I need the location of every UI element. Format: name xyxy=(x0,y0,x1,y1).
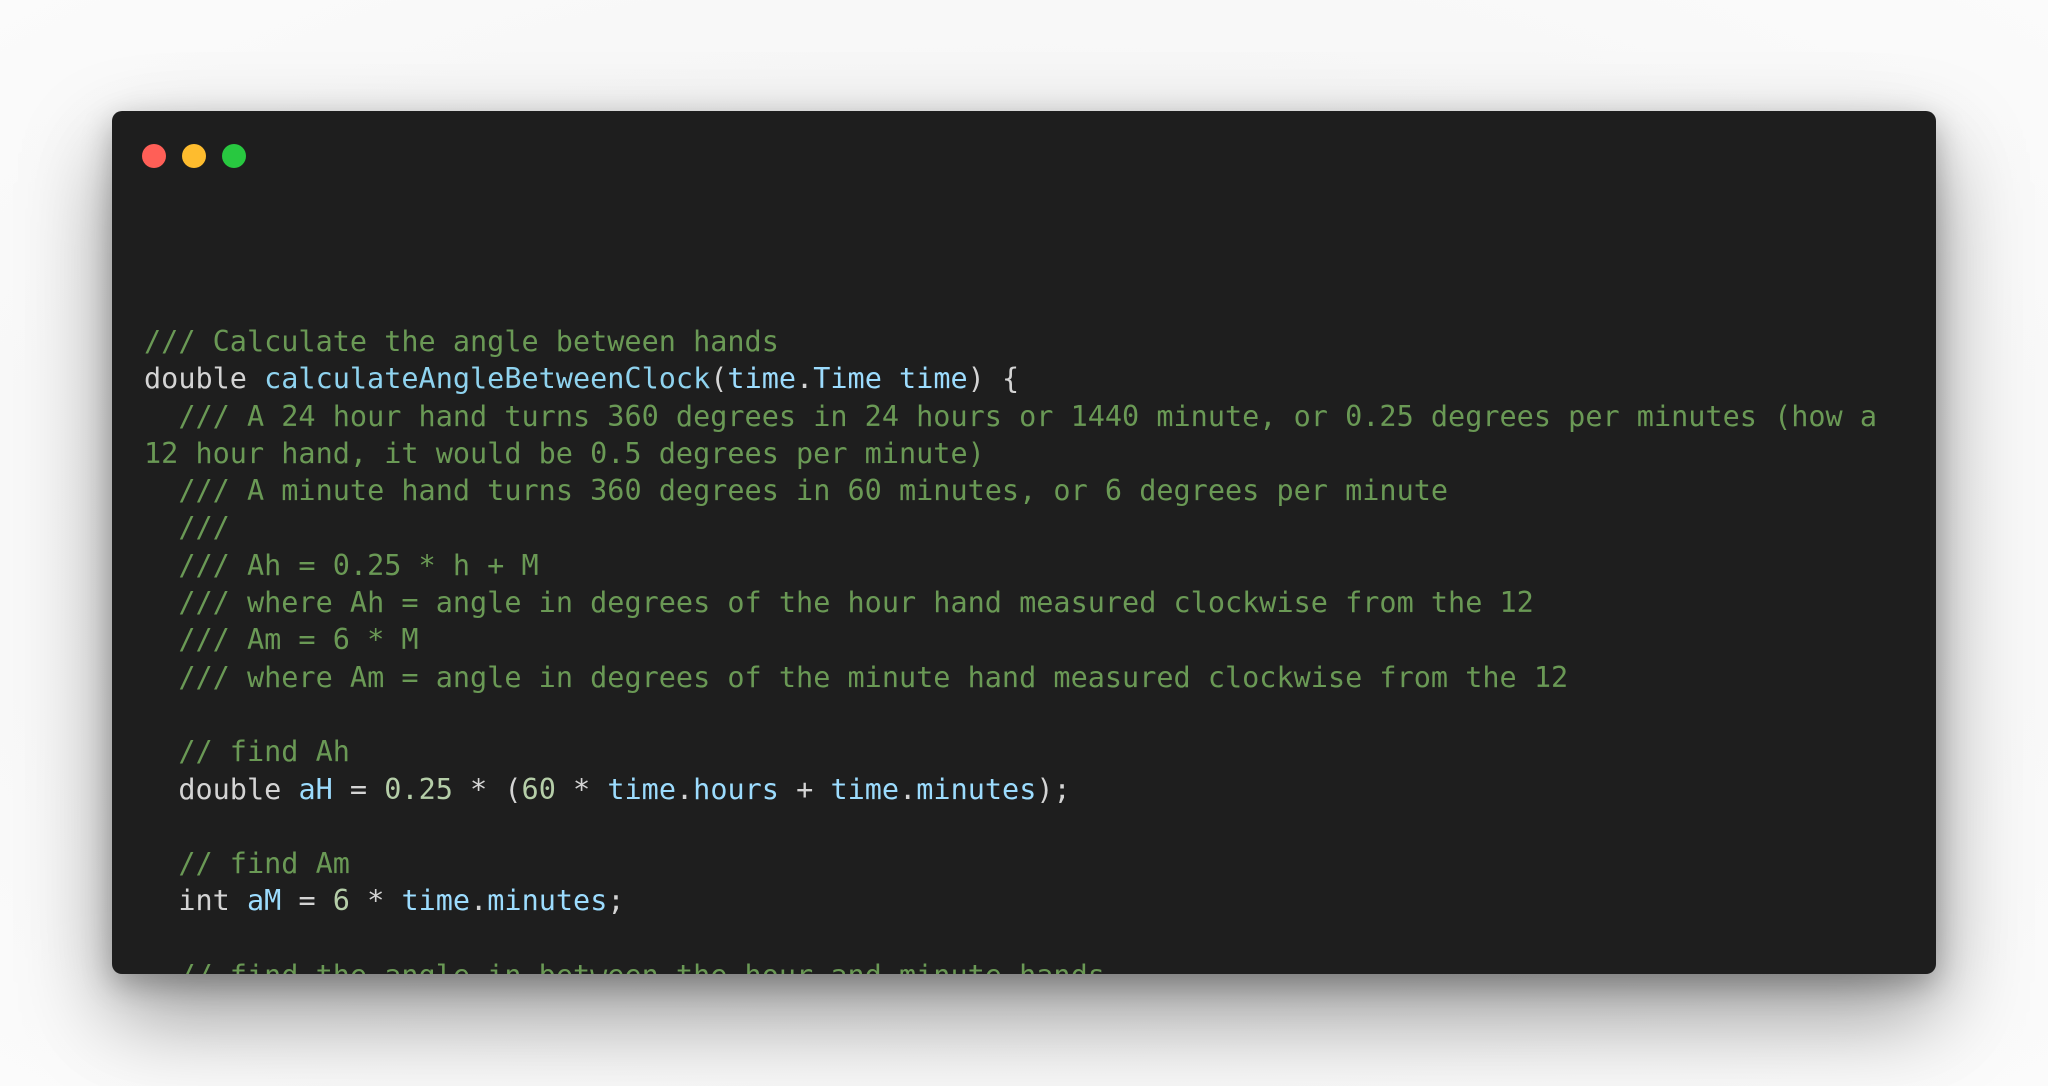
close-window-button[interactable] xyxy=(142,144,166,168)
code-number: 0.25 xyxy=(384,772,453,806)
code-text: = xyxy=(332,772,385,806)
code-line: // find Ah xyxy=(144,733,1924,770)
code-text: + xyxy=(778,772,831,806)
code-line: /// xyxy=(144,509,1924,546)
code-line: /// Ah = 0.25 * h + M xyxy=(144,547,1924,584)
code-line: /// Am = 6 * M xyxy=(144,621,1924,658)
code-line: ​ xyxy=(144,808,1924,845)
code-line: double calculateAngleBetweenClock(time.T… xyxy=(144,360,1924,397)
code-text: . xyxy=(899,772,917,806)
code-block: /// Calculate the angle between hands dou… xyxy=(144,323,1924,974)
minimize-window-button[interactable] xyxy=(182,144,206,168)
code-identifier: minutes xyxy=(916,772,1037,806)
code-comment: /// A 24 hour hand turns 360 degrees in … xyxy=(144,399,1895,470)
code-text: double xyxy=(144,772,299,806)
code-line: /// Calculate the angle between hands xyxy=(144,323,1924,360)
code-comment: /// xyxy=(144,511,230,545)
code-identifier: time xyxy=(830,772,900,806)
code-identifier: time xyxy=(401,884,471,918)
code-line: /// where Am = angle in degrees of the m… xyxy=(144,659,1924,696)
code-text: * ( xyxy=(452,772,522,806)
code-line: ​ xyxy=(144,920,1924,957)
code-line: /// A minute hand turns 360 degrees in 6… xyxy=(144,472,1924,509)
code-identifier: aH xyxy=(298,772,333,806)
code-text: * xyxy=(349,884,402,918)
code-text: * xyxy=(555,772,608,806)
code-identifier: time xyxy=(727,362,797,396)
code-text: ) { xyxy=(967,362,1020,396)
code-identifier: time xyxy=(899,362,968,396)
code-window: /// Calculate the angle between hands dou… xyxy=(112,111,1936,974)
code-line: double aH = 0.25 * (60 * time.hours + ti… xyxy=(144,771,1924,808)
code-comment: /// Am = 6 * M xyxy=(144,623,419,657)
code-comment: /// Ah = 0.25 * h + M xyxy=(144,548,539,582)
code-text: double xyxy=(144,362,265,396)
code-comment: // find Ah xyxy=(144,735,350,769)
code-text: . xyxy=(796,362,814,396)
code-line: ​ xyxy=(144,696,1924,733)
code-number: 60 xyxy=(521,772,556,806)
code-text: . xyxy=(470,884,488,918)
code-identifier: Time xyxy=(813,362,882,396)
code-comment: /// A minute hand turns 360 degrees in 6… xyxy=(144,474,1449,508)
code-comment: /// Calculate the angle between hands xyxy=(144,325,779,358)
code-function-name: calculateAngleBetweenClock xyxy=(264,362,711,396)
code-text: ( xyxy=(710,362,728,396)
code-comment: // find the angle in between the hour an… xyxy=(144,959,1105,974)
code-text: ); xyxy=(1036,772,1071,806)
code-comment: /// where Am = angle in degrees of the m… xyxy=(144,660,1569,694)
code-identifier: hours xyxy=(693,772,779,806)
code-identifier: aM xyxy=(246,884,282,918)
window-titlebar xyxy=(112,111,1936,191)
code-text: = xyxy=(281,884,333,918)
code-line: // find the angle in between the hour an… xyxy=(144,957,1924,974)
code-line: /// A 24 hour hand turns 360 degrees in … xyxy=(144,398,1924,473)
code-text: ; xyxy=(607,884,625,918)
code-number: 6 xyxy=(332,884,350,918)
code-text: int xyxy=(144,884,247,918)
code-line: /// where Ah = angle in degrees of the h… xyxy=(144,584,1924,621)
code-identifier: time xyxy=(607,772,676,806)
maximize-window-button[interactable] xyxy=(222,144,246,168)
code-identifier: minutes xyxy=(487,884,608,918)
code-text: . xyxy=(675,772,694,806)
code-line: int aM = 6 * time.minutes; xyxy=(144,882,1924,919)
code-line: // find Am xyxy=(144,845,1924,882)
code-comment: // find Am xyxy=(144,847,350,881)
code-comment: /// where Ah = angle in degrees of the h… xyxy=(144,586,1534,620)
